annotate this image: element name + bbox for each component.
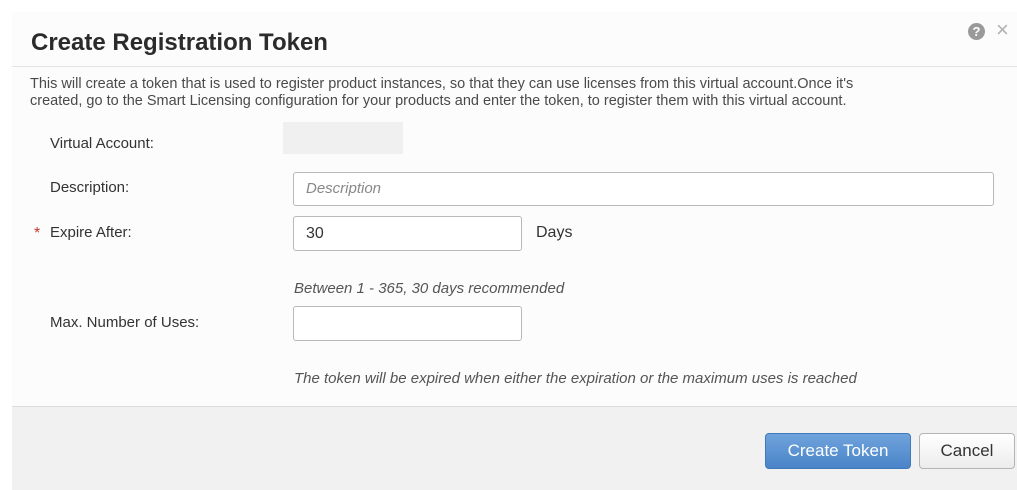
- virtual-account-label: Virtual Account:: [50, 135, 154, 152]
- cancel-button[interactable]: Cancel: [919, 433, 1015, 469]
- max-uses-hint: The token will be expired when either th…: [294, 370, 857, 387]
- virtual-account-value: [283, 122, 403, 154]
- create-token-button[interactable]: Create Token: [765, 433, 911, 469]
- create-token-dialog: Create Registration Token ? × This will …: [12, 12, 1017, 490]
- description-input[interactable]: [293, 172, 994, 206]
- days-unit-label: Days: [536, 224, 573, 241]
- dialog-title: Create Registration Token: [31, 29, 328, 56]
- intro-line-1: This will create a token that is used to…: [30, 76, 854, 92]
- max-uses-label: Max. Number of Uses:: [50, 314, 200, 331]
- help-icon[interactable]: ?: [968, 23, 985, 40]
- header-divider: [12, 66, 1017, 67]
- intro-line-2: created, go to the Smart Licensing confi…: [30, 92, 847, 109]
- dialog-footer: Create Token Cancel: [12, 406, 1017, 490]
- description-label: Description:: [50, 179, 130, 196]
- expire-after-hint: Between 1 - 365, 30 days recommended: [294, 280, 565, 297]
- dialog-description: This will create a token that is used to…: [30, 76, 1005, 109]
- expire-after-input[interactable]: [293, 216, 522, 251]
- required-marker: *: [34, 225, 41, 242]
- expire-after-label: Expire After:: [50, 224, 132, 241]
- close-icon[interactable]: ×: [996, 19, 1009, 41]
- max-uses-input[interactable]: [293, 306, 522, 341]
